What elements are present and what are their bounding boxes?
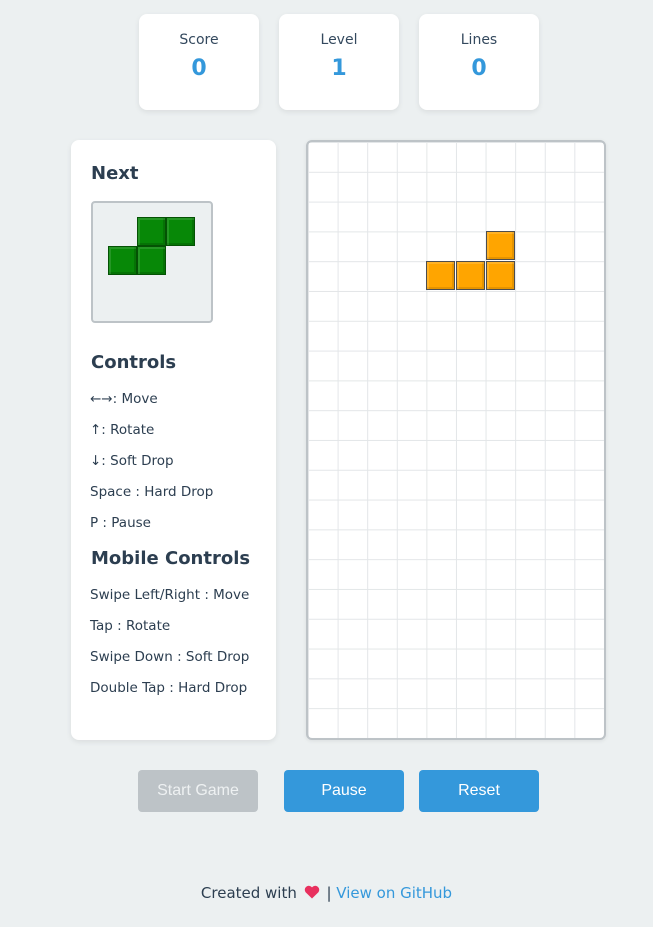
next-piece-block bbox=[137, 246, 166, 275]
next-piece-block bbox=[108, 246, 137, 275]
mobile-control-item: Swipe Down : Soft Drop bbox=[90, 649, 250, 665]
level-label: Level bbox=[320, 32, 358, 48]
lines-value: 0 bbox=[471, 56, 487, 81]
mobile-controls-title: Mobile Controls bbox=[91, 548, 251, 569]
lines-label: Lines bbox=[460, 32, 498, 48]
active-piece-block bbox=[426, 261, 455, 290]
start-game-button[interactable]: Start Game bbox=[138, 770, 258, 812]
level-value: 1 bbox=[331, 56, 347, 81]
score-label: Score bbox=[179, 32, 219, 48]
control-item: ←→: Move bbox=[90, 391, 158, 407]
active-piece-block bbox=[486, 261, 515, 290]
control-item: Space : Hard Drop bbox=[90, 484, 214, 500]
level-panel: Level 1 bbox=[279, 14, 399, 110]
score-panel: Score 0 bbox=[139, 14, 259, 110]
mobile-control-item: Tap : Rotate bbox=[90, 618, 171, 634]
created-with-text: Created with bbox=[200, 884, 297, 902]
footer-separator: | bbox=[326, 884, 332, 902]
heart-icon bbox=[304, 885, 320, 903]
control-item: ↓: Soft Drop bbox=[90, 453, 174, 469]
mobile-control-item: Double Tap : Hard Drop bbox=[90, 680, 248, 696]
next-piece-block bbox=[137, 217, 166, 246]
footer: Created with | View on GitHub bbox=[0, 884, 653, 903]
pause-button[interactable]: Pause bbox=[284, 770, 404, 812]
sidebar-panel: Next Controls ←→: Move ↑: Rotate ↓: Soft… bbox=[71, 140, 276, 740]
mobile-control-item: Swipe Left/Right : Move bbox=[90, 587, 250, 603]
active-piece-block bbox=[486, 231, 515, 260]
game-board[interactable] bbox=[306, 140, 606, 740]
reset-button[interactable]: Reset bbox=[419, 770, 539, 812]
control-item: P : Pause bbox=[90, 515, 151, 531]
next-piece-preview bbox=[91, 201, 213, 323]
next-title: Next bbox=[91, 163, 139, 184]
active-piece-block bbox=[456, 261, 485, 290]
control-item: ↑: Rotate bbox=[90, 422, 155, 438]
score-value: 0 bbox=[191, 56, 207, 81]
controls-title: Controls bbox=[91, 352, 177, 373]
next-piece-block bbox=[166, 217, 195, 246]
lines-panel: Lines 0 bbox=[419, 14, 539, 110]
github-link[interactable]: View on GitHub bbox=[336, 884, 452, 902]
